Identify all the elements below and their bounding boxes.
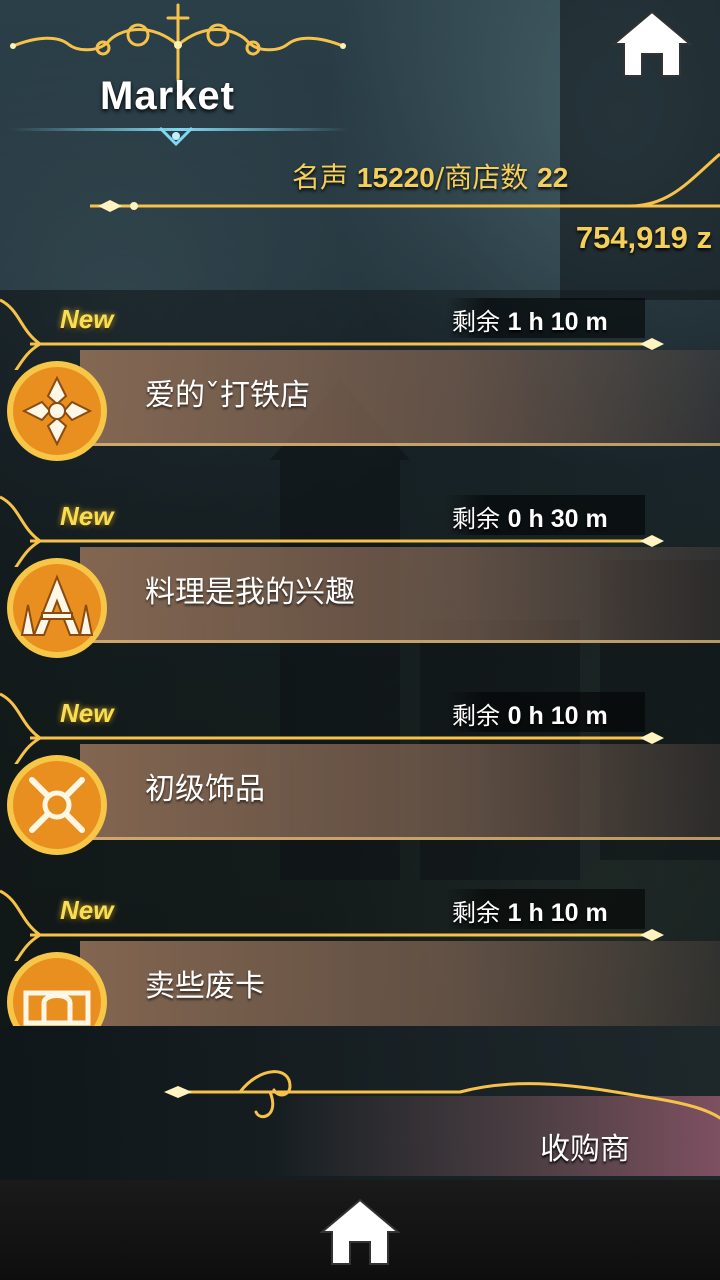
new-badge: New <box>60 698 114 728</box>
shop-name: 爱的ˇ打铁店 <box>145 378 310 413</box>
cooking-emblem-icon <box>7 558 107 658</box>
shop-name: 料理是我的兴趣 <box>145 575 355 610</box>
remaining-time: 剩余 1 h 10 m <box>452 899 608 927</box>
shops-label: /商店数 <box>434 161 529 194</box>
money-amount: 754,919 z <box>575 220 712 255</box>
fame-label: 名声 <box>292 161 349 194</box>
shop-item-cooking[interactable]: New 剩余 0 h 30 m 料理是我的兴趣 <box>0 487 720 684</box>
buyer-label[interactable]: 收购商 <box>540 1124 630 1168</box>
new-badge: New <box>60 895 114 925</box>
shops-value: 22 <box>537 162 569 193</box>
new-badge: New <box>60 501 114 531</box>
fame-shop-stats: 名声 15220/商店数 22 <box>292 156 568 196</box>
home-icon[interactable] <box>318 1196 402 1268</box>
accessory-emblem-icon <box>7 755 107 855</box>
title-gem-icon <box>158 126 194 147</box>
new-badge: New <box>60 304 114 334</box>
remaining-time: 剩余 0 h 10 m <box>452 702 608 730</box>
blacksmith-emblem-icon <box>7 361 107 461</box>
shop-item-accessory[interactable]: New 剩余 0 h 10 m 初级饰品 <box>0 684 720 881</box>
shop-item-blacksmith[interactable]: New 剩余 1 h 10 m 爱的ˇ打铁店 <box>0 290 720 487</box>
card-emblem-icon <box>7 952 107 1026</box>
buyer-ornament <box>164 1070 720 1120</box>
shop-list[interactable]: New 剩余 1 h 10 m 爱的ˇ打铁店 New 剩余 0 h 30 m 料… <box>0 290 720 1026</box>
remaining-time: 剩余 1 h 10 m <box>452 308 608 336</box>
shop-item-cards[interactable]: New 剩余 1 h 10 m 卖些废卡 <box>0 881 720 1026</box>
page-title: Market <box>100 74 235 118</box>
shop-name: 卖些废卡 <box>145 969 265 1004</box>
fame-value: 15220 <box>356 162 435 193</box>
remaining-time: 剩余 0 h 30 m <box>452 505 608 533</box>
home-icon[interactable] <box>610 8 694 80</box>
shop-name: 初级饰品 <box>145 772 265 807</box>
